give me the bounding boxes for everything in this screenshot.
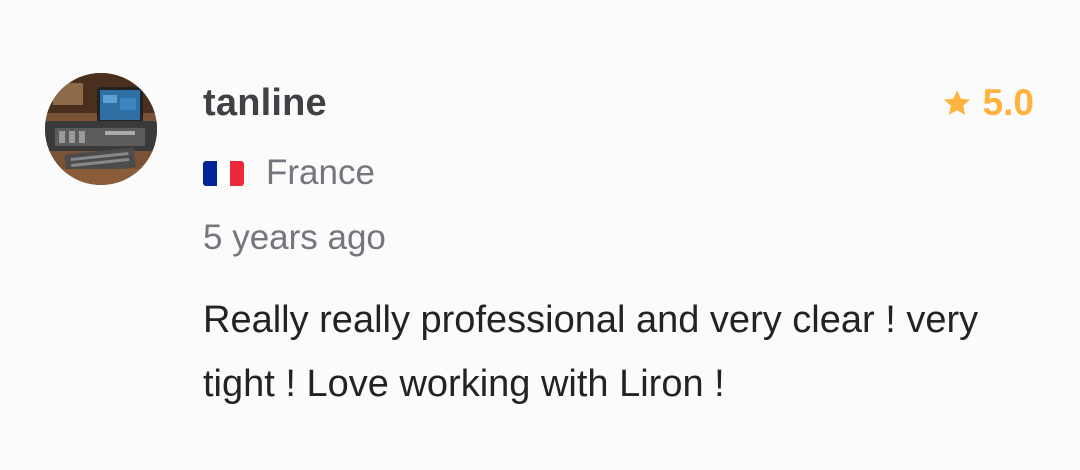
review-card: tanline 5.0 France 5 years ago Really re… xyxy=(0,0,1080,470)
avatar-image xyxy=(45,73,157,185)
country-name: France xyxy=(266,153,375,192)
review-time-ago: 5 years ago xyxy=(203,218,386,257)
review-text: Really really professional and very clea… xyxy=(203,299,979,405)
reviewer-avatar[interactable] xyxy=(45,73,157,185)
france-flag-icon xyxy=(203,160,244,186)
reviewer-username[interactable]: tanline xyxy=(203,80,327,126)
star-icon xyxy=(941,87,973,119)
review-rating: 5.0 xyxy=(941,80,1034,126)
reviewer-country: France xyxy=(203,151,375,195)
rating-value: 5.0 xyxy=(982,82,1034,123)
